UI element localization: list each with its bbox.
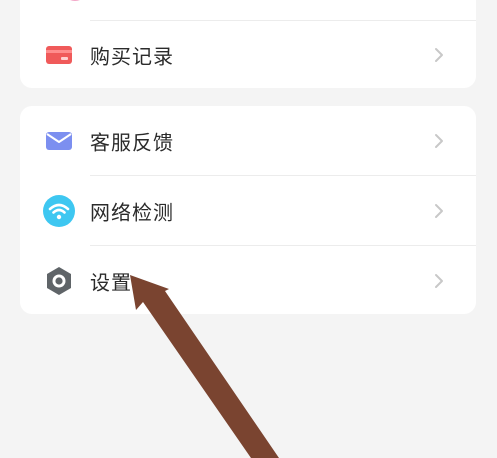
mail-icon (46, 131, 72, 150)
wifi-icon (43, 194, 75, 227)
partial-menu-icon (70, 0, 80, 1)
card-icon (46, 45, 72, 64)
menu-card-bottom: 客服反馈 网络检测 设置 (20, 106, 476, 314)
menu-item-network-check[interactable]: 网络检测 (20, 176, 476, 245)
menu-card-top: 购买记录 (20, 0, 476, 88)
menu-item-label: 网络检测 (90, 200, 174, 224)
menu-item-label: 购买记录 (90, 44, 174, 68)
menu-item-label: 客服反馈 (90, 130, 174, 154)
chevron-right-icon (435, 47, 443, 62)
chevron-right-icon (435, 273, 443, 288)
menu-item-settings[interactable]: 设置 (20, 246, 476, 314)
menu-item-customer-feedback[interactable]: 客服反馈 (20, 106, 476, 175)
menu-item-purchase-history[interactable]: 购买记录 (20, 20, 476, 88)
chevron-right-icon (435, 203, 443, 218)
menu-item-label: 设置 (90, 270, 132, 294)
settings-icon (47, 266, 71, 295)
chevron-right-icon (435, 133, 443, 148)
